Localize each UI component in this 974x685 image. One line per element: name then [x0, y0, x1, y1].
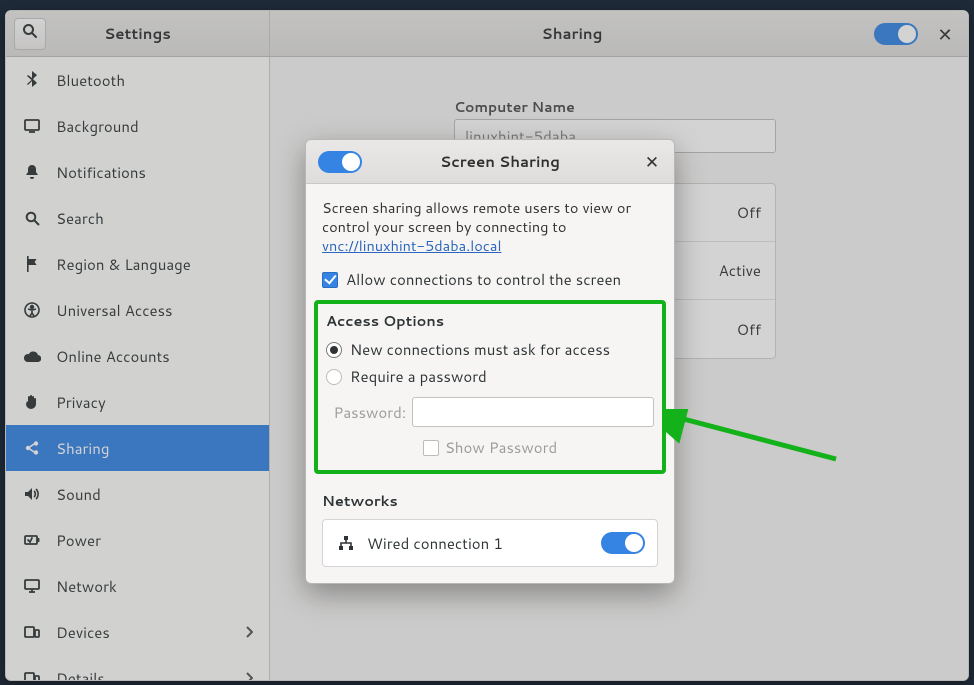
screen-sharing-dialog: Screen Sharing ✕ Screen sharing allows r…	[305, 139, 675, 584]
allow-control-label: Allow connections to control the screen	[346, 269, 621, 290]
password-input[interactable]	[412, 397, 654, 427]
radio-pw-label: Require a password	[350, 366, 487, 387]
switch-knob	[625, 534, 643, 552]
allow-control-checkbox-row[interactable]: Allow connections to control the screen	[322, 269, 658, 290]
network-switch[interactable]	[601, 532, 645, 554]
dialog-body: Screen sharing allows remote users to vi…	[306, 184, 674, 583]
dialog-description: Screen sharing allows remote users to vi…	[322, 198, 658, 255]
dialog-title: Screen Sharing	[362, 151, 638, 172]
networks-title: Networks	[322, 490, 658, 511]
radio-icon	[326, 369, 342, 385]
radio-ask-label: New connections must ask for access	[350, 339, 610, 360]
show-password-row[interactable]: Show Password	[326, 437, 654, 458]
dialog-close-button[interactable]: ✕	[638, 148, 666, 176]
password-label: Password:	[326, 402, 406, 423]
close-icon: ✕	[645, 150, 659, 174]
radio-require-password[interactable]: Require a password	[326, 366, 654, 387]
network-row-wired[interactable]: Wired connection 1	[322, 519, 658, 567]
dialog-description-text: Screen sharing allows remote users to vi…	[322, 197, 631, 237]
password-row: Password:	[326, 397, 654, 427]
settings-window: Settings Sharing ✕ BluetoothBackgroundNo…	[5, 10, 969, 681]
checkbox-icon	[423, 440, 439, 456]
access-options-title: Access Options	[326, 310, 654, 331]
radio-icon	[326, 342, 342, 358]
radio-ask-access[interactable]: New connections must ask for access	[326, 339, 654, 360]
network-row-label: Wired connection 1	[367, 533, 601, 554]
vnc-link[interactable]: vnc://linuxhint-5daba.local	[322, 235, 501, 256]
dialog-header: Screen Sharing ✕	[306, 140, 674, 184]
screen-sharing-switch[interactable]	[318, 151, 362, 173]
wired-network-icon	[335, 535, 357, 551]
show-password-label: Show Password	[445, 437, 557, 458]
access-options-highlight-box: Access Options New connections must ask …	[314, 300, 666, 474]
switch-knob	[342, 153, 360, 171]
checkbox-icon	[322, 272, 338, 288]
